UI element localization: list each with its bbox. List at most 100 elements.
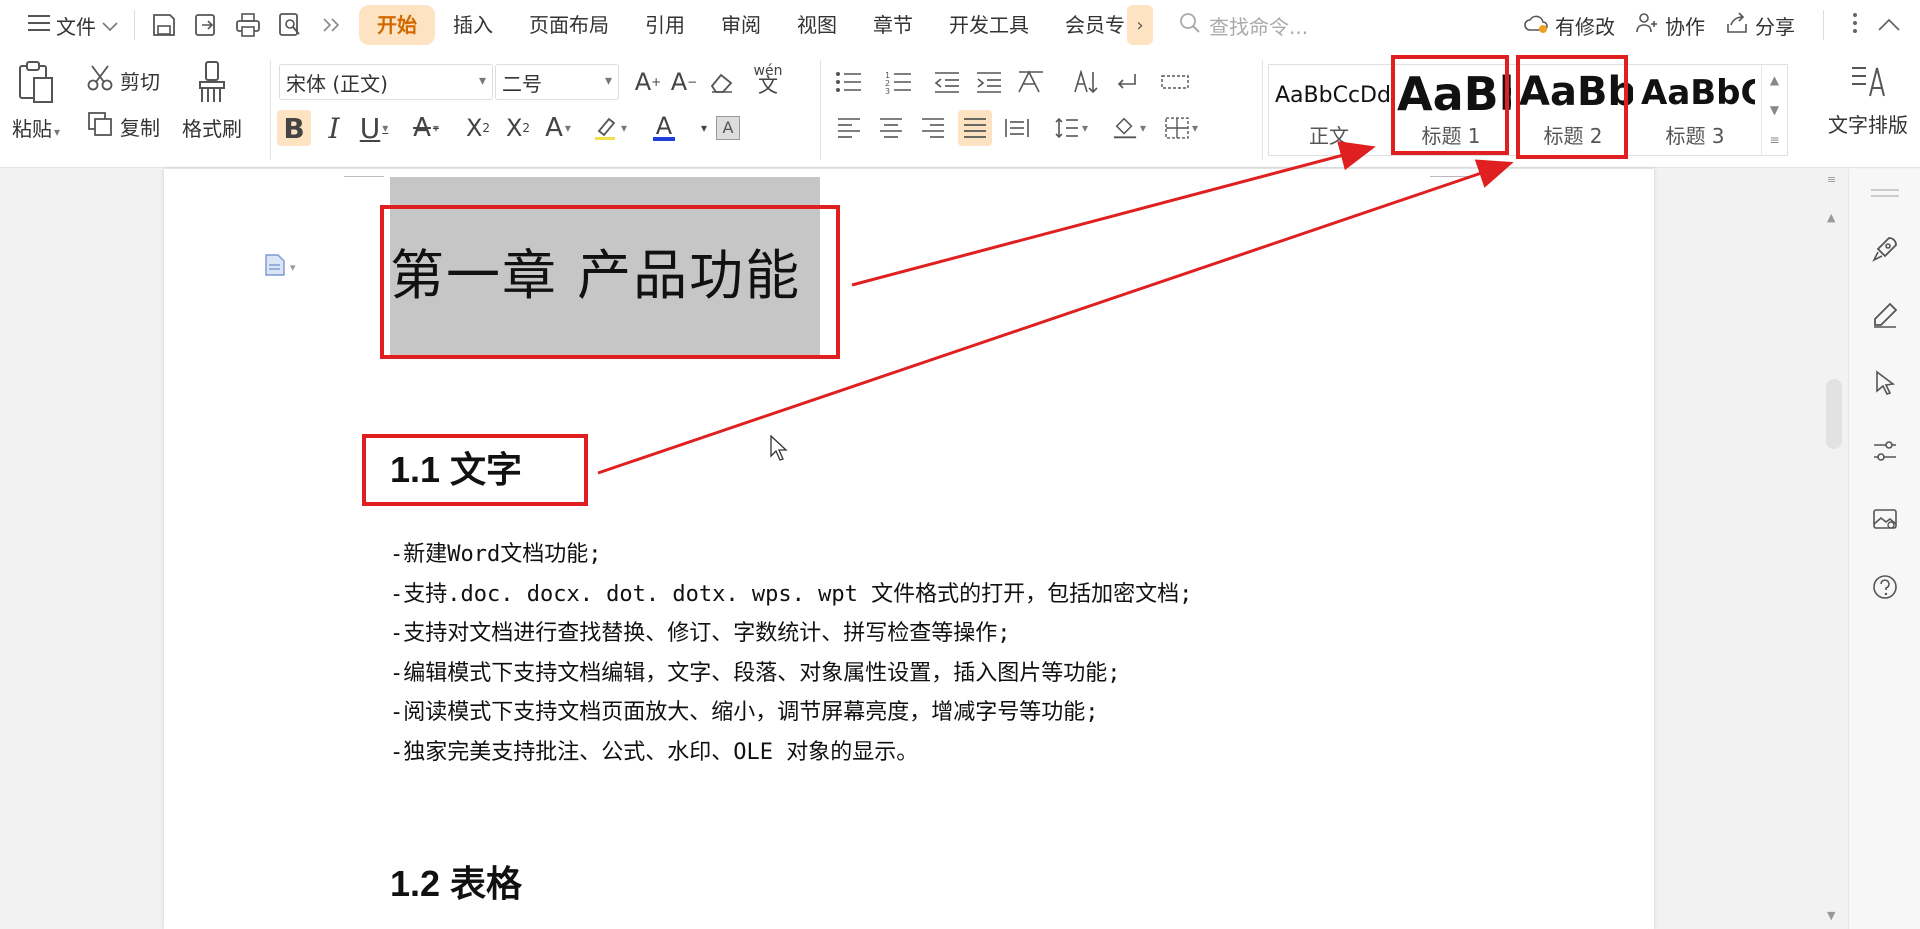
export-icon[interactable] <box>191 10 221 40</box>
ribbon-separator <box>820 60 821 160</box>
collapse-ribbon-icon[interactable] <box>1878 13 1900 37</box>
body-line: -支持.doc. docx. dot. dotx. wps. wpt 文件格式的… <box>390 581 1193 607</box>
bold-button[interactable]: B <box>277 110 311 146</box>
copy-button[interactable]: 复制 <box>86 110 160 143</box>
font-group: 宋体 (正文) ▾ 二号 ▾ A + A − wén 文 B I U ▾ A ▾ X2 … <box>275 50 815 168</box>
tab-home[interactable]: 开始 <box>359 5 435 45</box>
print-icon[interactable] <box>233 10 263 40</box>
search-placeholder: 查找命令... <box>1209 14 1309 39</box>
vertical-dots-icon[interactable] <box>1852 12 1858 39</box>
section-body[interactable]: -新建Word文档功能; -支持.doc. docx. dot. dotx. w… <box>390 535 1390 773</box>
expand-gallery-icon[interactable]: ≡ <box>1769 133 1779 147</box>
chinese-layout-icon[interactable] <box>1014 64 1048 100</box>
annotation-box-section-heading <box>362 434 588 506</box>
image-icon[interactable] <box>1869 503 1901 535</box>
table-ruler-icon[interactable] <box>1158 64 1192 100</box>
text-effect-button[interactable]: A ▾ <box>541 110 575 146</box>
strikethrough-button[interactable]: A ▾ <box>409 110 443 146</box>
grow-font-icon[interactable]: A + <box>631 64 665 100</box>
chevron-down-icon[interactable]: ▼ <box>1770 103 1779 117</box>
borders-icon[interactable]: ▾ <box>1164 110 1198 146</box>
collab-button[interactable]: 协作 <box>1635 11 1705 40</box>
body-line: -阅读模式下支持文档页面放大、缩小，调节屏幕亮度，增减字号等功能; <box>390 700 1099 726</box>
align-left-icon[interactable] <box>832 110 866 146</box>
highlight-button[interactable]: ▾ <box>593 110 627 146</box>
tab-page-layout[interactable]: 页面布局 <box>511 5 627 45</box>
decrease-indent-icon[interactable] <box>930 64 964 100</box>
scroll-down-icon[interactable]: ▼ <box>1827 909 1835 922</box>
brush-icon <box>192 60 232 109</box>
copy-label: 复制 <box>120 116 160 140</box>
tabs-scroll-right-button[interactable]: › <box>1127 5 1153 45</box>
shading-icon[interactable]: ▾ <box>1112 110 1146 146</box>
tab-insert[interactable]: 插入 <box>435 5 511 45</box>
char-shading-button[interactable]: A <box>711 110 745 146</box>
chevron-down-icon <box>102 13 118 37</box>
changes-button[interactable]: 有修改 <box>1523 11 1615 40</box>
paragraph-nav-button[interactable]: ▾ <box>264 253 296 281</box>
sort-icon[interactable] <box>1070 64 1104 100</box>
annotation-box-heading-1-style <box>1391 55 1509 155</box>
italic-button[interactable]: I <box>317 110 351 146</box>
styles-scroll[interactable]: ▲ ▼ ≡ <box>1761 65 1787 155</box>
section-heading-1-2[interactable]: 1.2 表格 <box>390 855 522 907</box>
vertical-scrollbar[interactable]: ≡ ▲ ▼ <box>1820 169 1848 929</box>
eraser-icon[interactable] <box>705 64 739 100</box>
file-menu[interactable]: 文件 <box>20 8 126 42</box>
document-icon <box>264 253 286 281</box>
style-normal[interactable]: AaBbCcDd 正文 <box>1269 65 1389 155</box>
font-size-select[interactable]: 二号 ▾ <box>495 64 619 100</box>
subscript-button[interactable]: X2 <box>501 110 535 146</box>
more-icon[interactable] <box>317 10 347 40</box>
increase-indent-icon[interactable] <box>972 64 1006 100</box>
pinyin-guide-button[interactable]: wén 文 <box>743 60 793 96</box>
pointer-icon[interactable] <box>1869 367 1901 399</box>
font-family-select[interactable]: 宋体 (正文) ▾ <box>279 64 493 100</box>
font-color-button[interactable]: A <box>647 110 681 146</box>
underline-button[interactable]: U ▾ <box>357 110 391 146</box>
split-handle-icon[interactable]: ≡ <box>1827 173 1836 186</box>
tab-references[interactable]: 引用 <box>627 5 703 45</box>
tab-view[interactable]: 视图 <box>779 5 855 45</box>
sliders-icon[interactable] <box>1869 435 1901 467</box>
align-right-icon[interactable] <box>916 110 950 146</box>
ribbon-separator <box>270 60 271 160</box>
tab-review[interactable]: 审阅 <box>703 5 779 45</box>
numbered-list-icon[interactable]: 123 <box>882 64 916 100</box>
bullet-list-icon[interactable] <box>832 64 866 100</box>
justify-icon[interactable] <box>958 110 992 146</box>
text-layout-button[interactable]: 文字排版 <box>1812 62 1920 154</box>
scroll-up-icon[interactable]: ▲ <box>1827 211 1835 224</box>
tab-developer[interactable]: 开发工具 <box>931 5 1047 45</box>
rocket-icon[interactable] <box>1869 233 1901 265</box>
help-icon[interactable] <box>1869 571 1901 603</box>
command-search[interactable]: 查找命令... <box>1179 11 1379 40</box>
superscript-button[interactable]: X2 <box>461 110 495 146</box>
format-painter-button[interactable]: 格式刷 <box>182 60 242 142</box>
shrink-font-icon[interactable]: A − <box>667 64 701 100</box>
align-center-icon[interactable] <box>874 110 908 146</box>
print-preview-icon[interactable] <box>275 10 305 40</box>
text-layout-icon <box>1848 62 1888 107</box>
cut-button[interactable]: 剪切 <box>86 64 160 97</box>
chevron-down-icon: ▾ <box>478 73 486 89</box>
pen-icon[interactable] <box>1869 299 1901 331</box>
share-button[interactable]: 分享 <box>1725 11 1795 40</box>
save-icon[interactable] <box>149 10 179 40</box>
svg-text:3: 3 <box>885 87 890 94</box>
tab-member[interactable]: 会员专 <box>1047 5 1127 45</box>
ribbon: 粘贴 ▾ 剪切 复制 格式刷 宋体 (正文) ▾ 二号 ▾ A + A − wé… <box>0 50 1920 168</box>
distributed-align-icon[interactable] <box>1000 110 1034 146</box>
collab-label: 协作 <box>1665 14 1705 39</box>
menu-bar: 文件 开始 插入 页面布局 引用 审阅 视图 章节 开发工具 会员专 › 查找命… <box>0 0 1920 50</box>
paste-button[interactable]: 粘贴 ▾ <box>12 60 60 142</box>
page-corner-mark <box>344 169 384 177</box>
chevron-up-icon[interactable]: ▲ <box>1770 73 1779 87</box>
chevron-down-icon: ▾ <box>290 260 296 274</box>
tab-chapter[interactable]: 章节 <box>855 5 931 45</box>
line-spacing-icon[interactable]: ▾ <box>1054 110 1088 146</box>
style-heading-3[interactable]: AaBbC 标题 3 <box>1635 65 1755 155</box>
changes-label: 有修改 <box>1555 14 1615 39</box>
paragraph-mark-icon[interactable] <box>1110 64 1144 100</box>
scroll-thumb[interactable] <box>1826 379 1842 449</box>
